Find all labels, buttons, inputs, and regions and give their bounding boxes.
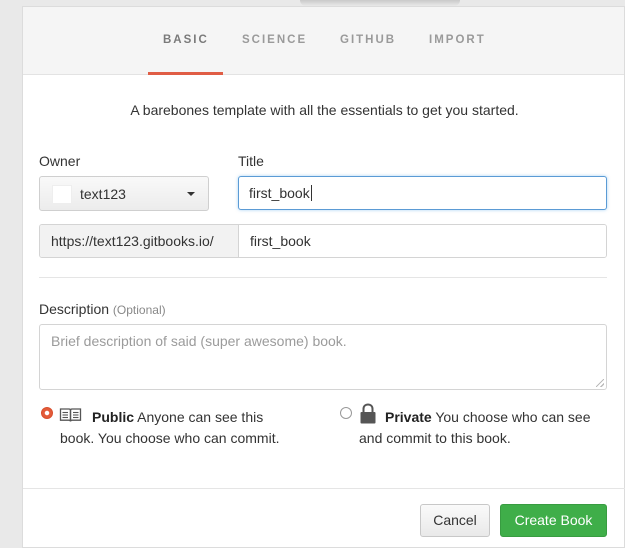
cancel-button[interactable]: Cancel [420,504,490,537]
text-cursor [310,185,312,201]
lock-icon [360,403,376,424]
form-divider [39,277,607,278]
tab-basic[interactable]: BASIC [163,34,209,46]
tab-github[interactable]: GITHUB [340,34,396,46]
private-option-line1: Private You choose who can see [385,407,591,428]
description-placeholder: Brief description of said (super awesome… [51,333,347,349]
private-text-b: and commit to this book. [359,430,511,446]
new-book-dialog: BASIC SCIENCE GITHUB IMPORT A barebones … [22,6,625,548]
owner-select[interactable]: text123 [39,176,209,211]
tab-science[interactable]: SCIENCE [242,34,307,46]
url-slug-input[interactable]: first_book [239,225,606,257]
title-label: Title [238,153,264,169]
template-description: A barebones template with all the essent… [130,102,519,118]
description-label-text: Description [39,301,110,317]
url-prefix: https://text123.gitbooks.io/ [40,225,239,257]
book-url-field: https://text123.gitbooks.io/ first_book [39,224,607,258]
title-value: first_book [249,185,310,201]
avatar [52,185,72,204]
public-text-b: book. You choose who can commit. [60,430,280,446]
description-textarea[interactable]: Brief description of said (super awesome… [39,324,607,390]
template-tabs: BASIC SCIENCE GITHUB IMPORT [23,7,624,75]
description-label: Description (Optional) [39,301,166,317]
public-option-line1: Public Anyone can see this [92,407,263,428]
private-title: Private [385,409,432,425]
public-title: Public [92,409,135,425]
caret-down-icon [187,192,195,196]
active-tab-indicator [148,72,223,75]
public-text-a: Anyone can see this [137,409,264,425]
optional-hint: (Optional) [112,303,166,317]
owner-label: Owner [39,153,81,169]
private-text-a: You choose who can see [435,409,591,425]
tab-import[interactable]: IMPORT [429,34,486,46]
public-radio[interactable] [41,407,53,419]
title-input[interactable]: first_book [238,176,607,210]
book-icon [59,408,82,422]
footer-divider [23,488,625,489]
owner-value: text123 [80,186,126,202]
resize-handle-icon[interactable] [596,379,604,387]
private-radio[interactable] [340,407,352,419]
create-book-button[interactable]: Create Book [500,504,607,537]
